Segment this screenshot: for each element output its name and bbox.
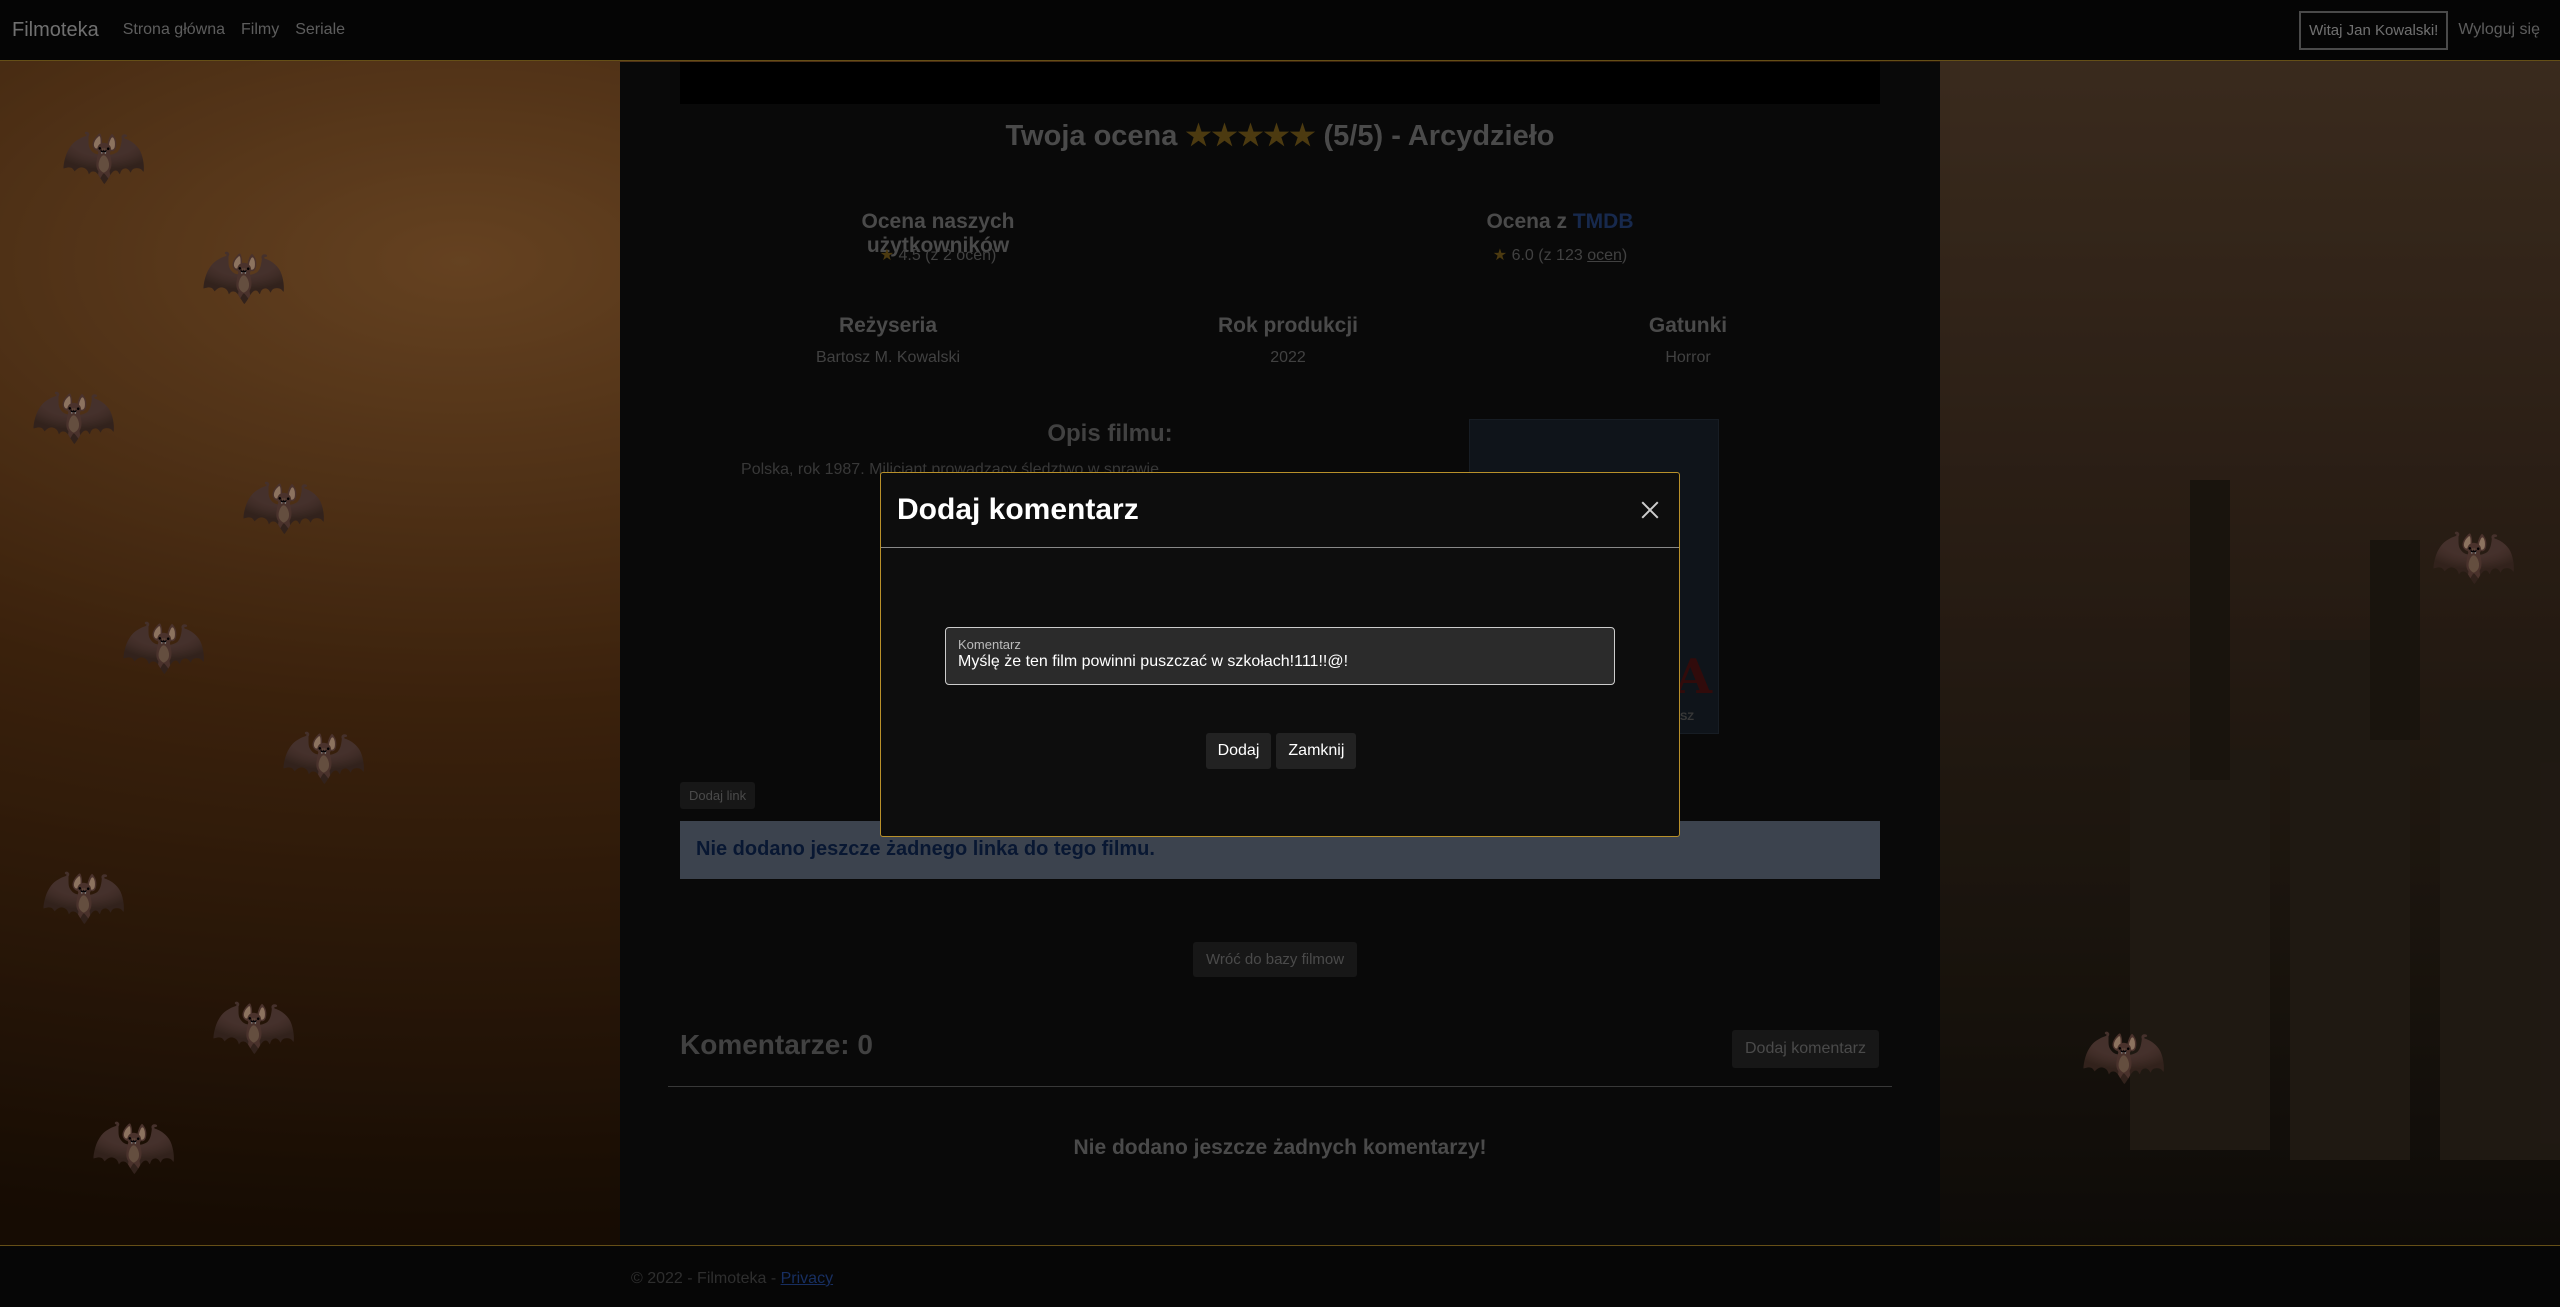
comment-input[interactable] (958, 653, 1602, 671)
close-icon[interactable] (1637, 497, 1663, 523)
comment-field-label: Komentarz (958, 637, 1021, 652)
submit-comment-button[interactable]: Dodaj (1205, 733, 1272, 769)
close-modal-button[interactable]: Zamknij (1276, 733, 1357, 769)
modal-buttons: Dodaj Zamknij (881, 733, 1681, 769)
modal-title: Dodaj komentarz (897, 493, 1139, 526)
modal-header: Dodaj komentarz (881, 473, 1679, 548)
comment-field[interactable]: Komentarz (945, 627, 1615, 685)
add-comment-modal: Dodaj komentarz Komentarz Dodaj Zamknij (880, 472, 1680, 837)
